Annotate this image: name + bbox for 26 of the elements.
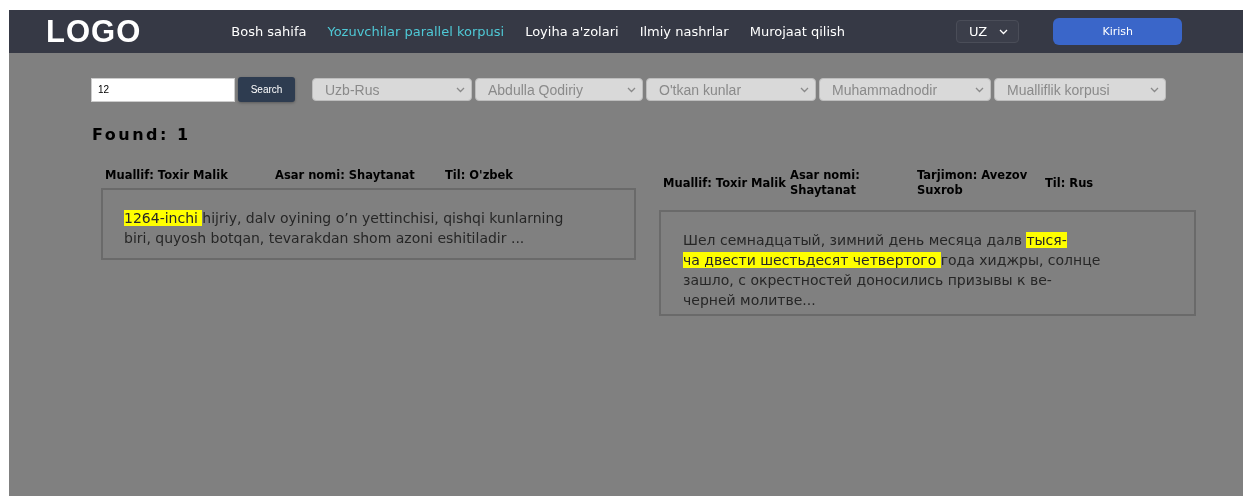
nav-link[interactable]: Loyiha a'zolari [525,24,619,39]
nav-link[interactable]: Ilmiy nashrlar [639,24,729,39]
chevron-down-icon [627,86,636,93]
metadata-label: Asar nomi: Shaytanat [275,168,416,182]
passage-text: Шел семнадцатый, зимний день месяца далв тыся- ча двести шестьдесят четвертого года хиджры, солнце зашло, с окрестностей доносились призывы к ве- черней молитве... [683,231,1102,310]
metadata-label: Muallif: Toxir Malik [663,175,787,191]
chevron-down-icon [975,86,984,93]
chevron-down-icon [800,86,809,93]
nav-link[interactable]: Yozuvchilar parallel korpusi [327,24,505,39]
chevron-down-icon [456,86,465,93]
language-select[interactable]: UZ [956,20,1020,43]
metadata-label: Til: O'zbek [445,168,514,182]
search-field[interactable]: 12 [91,77,235,102]
passage-text: 1264-inchi hijriy, dalv oyining o’n yettinchisi, qishqi kunlarning biri, quyosh botqan, tevarakdan shom azoni eshitiladir ... [124,209,565,248]
chevron-down-icon [1150,86,1159,93]
metadata-label: Til: Rus [1045,175,1095,191]
login-button[interactable]: Kirish [1053,18,1183,45]
nav-link[interactable]: Murojaat qilish [749,24,845,39]
chevron-down-icon [999,28,1009,35]
nav-link[interactable]: Bosh sahifa [231,24,307,39]
metadata-label: Asar nomi: Shaytanat [790,168,861,198]
search-button[interactable]: Search [238,77,295,102]
metadata-label: Muallif: Toxir Malik [105,168,229,182]
logo[interactable]: LOGO [46,13,142,50]
results-count: Found: 1 [92,125,192,144]
metadata-label: Tarjimon: Avezov Suxrob [917,168,1029,198]
